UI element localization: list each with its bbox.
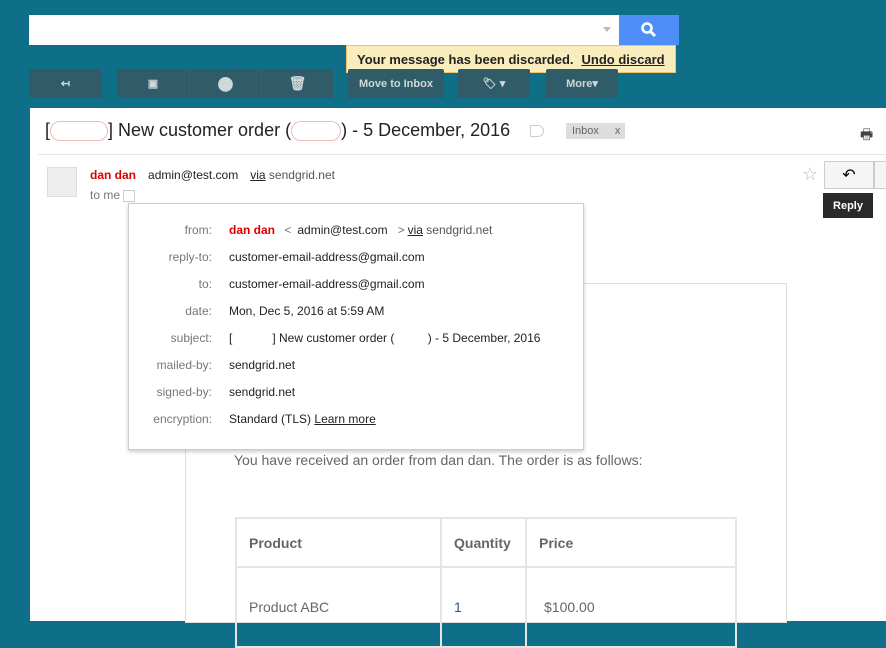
labels-button[interactable]: 🏷 ▾: [458, 69, 530, 98]
search-input[interactable]: [29, 15, 619, 45]
more-actions-button[interactable]: [874, 161, 886, 189]
message-details-popup: from: dan dan < admin@test.com > via sendgri…: [128, 203, 584, 450]
back-arrow-icon: ↤: [60, 78, 71, 90]
divider: [38, 154, 886, 155]
recipient-line: to me: [90, 188, 136, 202]
spam-icon: ⬤: [217, 75, 234, 91]
order-table: Product Quantity Price Product ABC 1 $100.00: [235, 517, 737, 648]
table-row: Product ABC 1 $100.00: [235, 566, 737, 648]
archive-icon: ▣: [147, 78, 159, 90]
search-button[interactable]: [619, 15, 679, 45]
reply-tooltip: Reply: [823, 193, 873, 218]
more-button[interactable]: More ▾: [546, 69, 618, 98]
undo-discard-link[interactable]: Undo discard: [582, 52, 665, 67]
move-to-inbox-button[interactable]: Move to Inbox: [348, 69, 444, 98]
trash-icon: 🗑: [288, 75, 307, 91]
importance-marker-icon[interactable]: [530, 125, 544, 137]
show-details-button[interactable]: [123, 189, 136, 202]
search-options-icon[interactable]: [603, 27, 611, 36]
back-button[interactable]: ↤: [29, 69, 102, 98]
avatar: [47, 167, 77, 197]
inbox-label: Inbox x: [566, 123, 625, 139]
reply-button[interactable]: ↶: [824, 161, 874, 189]
tag-icon: 🏷 ▾: [482, 78, 506, 90]
order-intro: You have received an order from dan dan.…: [234, 452, 643, 468]
search-icon: [641, 22, 657, 38]
reply-icon: ↶: [842, 167, 856, 184]
delete-button[interactable]: 🗑: [262, 69, 333, 98]
learn-more-link[interactable]: Learn more: [314, 412, 375, 426]
remove-label-button[interactable]: x: [615, 125, 621, 137]
sender-line: dan dan admin@test.com via sendgrid.net: [90, 168, 335, 182]
star-icon[interactable]: ☆: [802, 164, 818, 185]
email-subject: [] New customer order () - 5 December, 2…: [45, 120, 511, 142]
archive-button[interactable]: ▣: [117, 69, 189, 98]
print-icon[interactable]: 🖶: [860, 124, 873, 148]
report-spam-button[interactable]: ⬤: [190, 69, 261, 98]
